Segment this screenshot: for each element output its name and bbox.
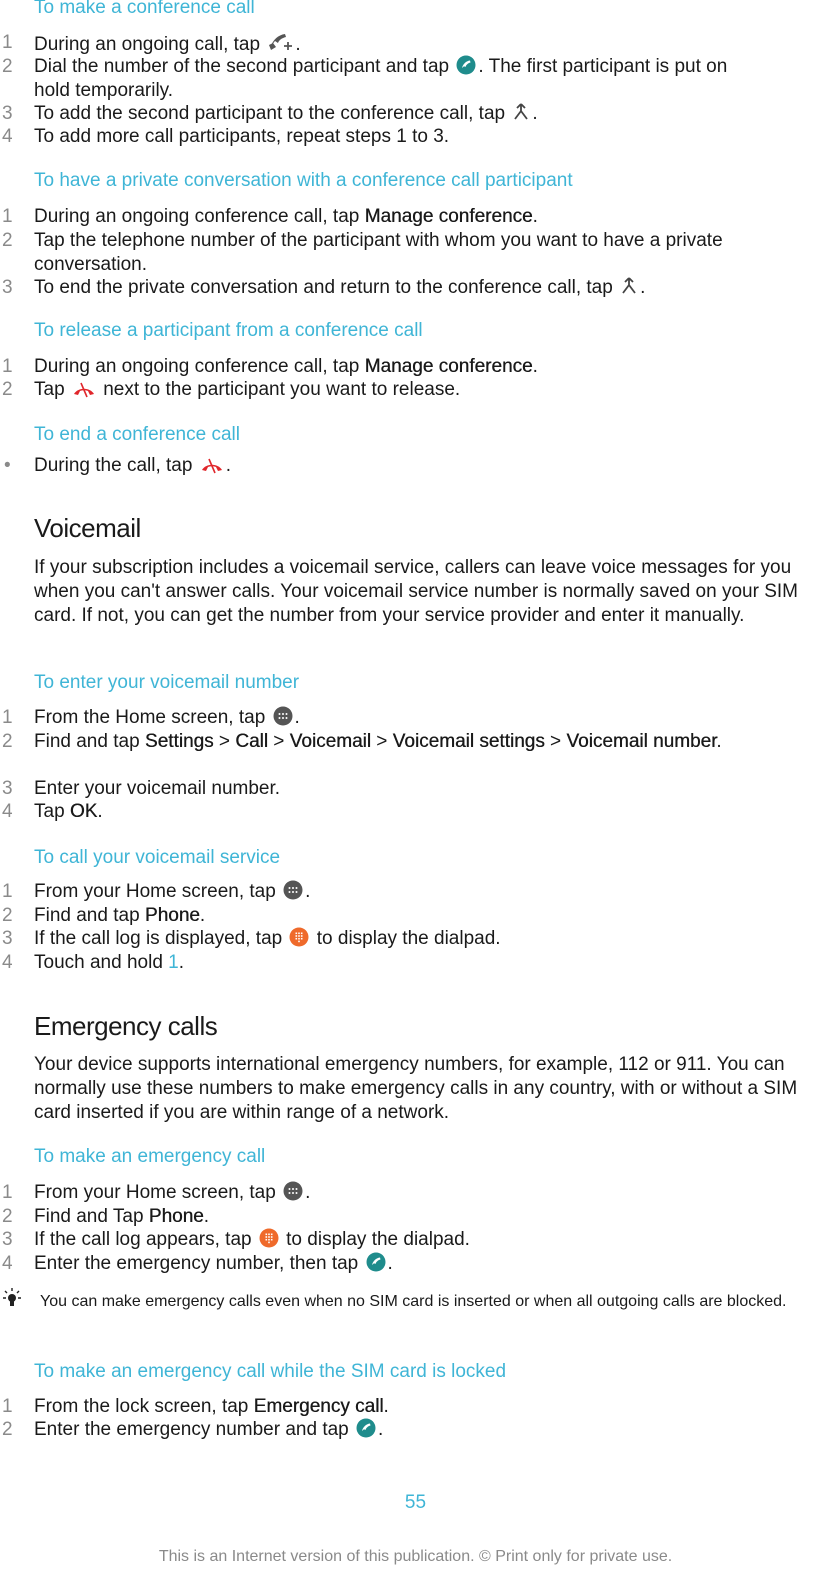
path-voicemail-number: Voicemail number (566, 731, 717, 752)
path-voicemail: Voicemail (289, 731, 371, 752)
subheading-private-conversation: To have a private conversation with a co… (34, 170, 573, 191)
subheading-enter-voicemail-number: To enter your voicemail number (34, 672, 300, 693)
app-screen-icon (283, 1181, 303, 1201)
dialpad-key-1: 1 (168, 952, 179, 973)
app-screen-icon (273, 706, 293, 726)
call-icon (356, 1418, 376, 1438)
path-voicemail-settings: Voicemail settings (392, 731, 545, 752)
subheading-call-voicemail: To call your voicemail service (34, 847, 281, 868)
path-call: Call (235, 731, 268, 752)
voicemail-description: If your subscription includes a voicemai… (34, 557, 798, 626)
ui-term-manage-conference: Manage conference (364, 356, 533, 377)
end-call-icon (201, 458, 222, 474)
lightbulb-icon (3, 1288, 21, 1306)
add-call-icon (269, 34, 293, 50)
page-number: 55 (404, 1492, 427, 1513)
subheading-end-conference: To end a conference call (34, 424, 240, 445)
ui-term-phone: Phone (144, 905, 200, 926)
dialpad-icon (259, 1228, 279, 1248)
dialpad-icon (289, 927, 309, 947)
ui-term-ok: OK (69, 801, 98, 822)
subheading-emergency-call-sim-locked: To make an emergency call while the SIM … (34, 1361, 507, 1382)
merge-calls-icon (514, 103, 529, 120)
footer-notice: This is an Internet version of this publ… (158, 1548, 673, 1565)
subheading-make-conference-call: To make a conference call (34, 0, 255, 18)
ui-term-phone: Phone (148, 1206, 204, 1227)
path-settings: Settings (144, 731, 214, 752)
emergency-description: Your device supports international emerg… (34, 1054, 798, 1123)
call-icon (366, 1252, 386, 1272)
heading-voicemail: Voicemail (34, 513, 141, 543)
app-screen-icon (283, 880, 303, 900)
subheading-release-participant: To release a participant from a conferen… (34, 320, 423, 341)
subheading-make-emergency-call: To make an emergency call (34, 1146, 266, 1167)
ui-term-manage-conference: Manage conference (364, 206, 533, 227)
call-icon (456, 55, 476, 75)
end-call-icon (73, 382, 94, 398)
heading-emergency-calls: Emergency calls (34, 1011, 218, 1041)
ui-term-emergency-call: Emergency call (253, 1396, 384, 1417)
merge-calls-icon (622, 277, 636, 294)
